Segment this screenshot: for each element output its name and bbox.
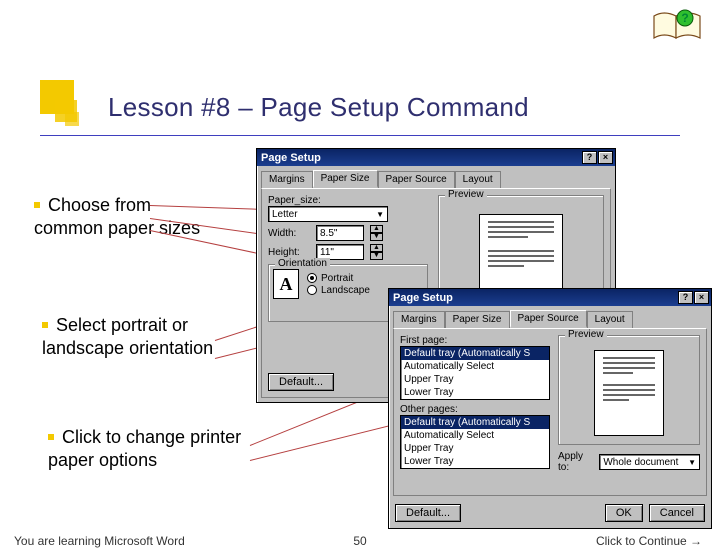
list-item[interactable]: Automatically Select	[401, 360, 549, 373]
width-input[interactable]	[316, 225, 364, 241]
list-item[interactable]: Automatically Select	[401, 429, 549, 442]
ok-button[interactable]: OK	[605, 504, 643, 522]
tab-layout[interactable]: Layout	[455, 171, 501, 189]
radio-portrait[interactable]: Portrait	[307, 273, 370, 284]
decor-square	[65, 112, 79, 126]
first-page-list[interactable]: Default tray (Automatically S Automatica…	[400, 346, 550, 400]
paper-size-combo[interactable]: Letter ▼	[268, 206, 388, 222]
first-page-label: First page:	[400, 335, 550, 346]
preview-page	[594, 350, 664, 436]
dialog-titlebar[interactable]: Page Setup ? ×	[389, 289, 711, 306]
dialog-title: Page Setup	[393, 292, 453, 304]
cancel-button[interactable]: Cancel	[649, 504, 705, 522]
footer-continue[interactable]: Click to Continue →	[596, 534, 702, 548]
tab-margins[interactable]: Margins	[393, 311, 445, 329]
tab-paper-source[interactable]: Paper Source	[378, 171, 455, 189]
height-label: Height:	[268, 247, 310, 258]
tab-row: Margins Paper Size Paper Source Layout	[257, 166, 615, 188]
radio-landscape[interactable]: Landscape	[307, 285, 370, 296]
other-pages-label: Other pages:	[400, 404, 550, 415]
tab-row: Margins Paper Size Paper Source Layout	[389, 306, 711, 328]
width-label: Width:	[268, 228, 310, 239]
list-item[interactable]: Upper Tray	[401, 442, 549, 455]
slide-title: Lesson #8 – Page Setup Command	[108, 92, 529, 123]
chevron-down-icon: ▼	[376, 210, 384, 219]
apply-to-combo[interactable]: Whole document ▼	[599, 454, 700, 470]
footer-left: You are learning Microsoft Word	[14, 534, 185, 548]
orientation-preview-icon: A	[273, 269, 299, 299]
default-button[interactable]: Default...	[395, 504, 461, 522]
list-item[interactable]: Default tray (Automatically S	[401, 416, 549, 429]
tab-layout[interactable]: Layout	[587, 311, 633, 329]
caption-paper-source: Click to change printer paper options	[48, 426, 268, 471]
tab-paper-source[interactable]: Paper Source	[510, 310, 587, 328]
height-spinner[interactable]: ▲▼	[370, 244, 383, 260]
close-button[interactable]: ×	[598, 151, 613, 164]
footer-page-number: 50	[353, 534, 366, 548]
tab-margins[interactable]: Margins	[261, 171, 313, 189]
list-item[interactable]: Upper Tray	[401, 373, 549, 386]
svg-text:?: ?	[681, 11, 688, 25]
caption-orientation: Select portrait or landscape orientation	[42, 314, 232, 359]
other-pages-list[interactable]: Default tray (Automatically S Automatica…	[400, 415, 550, 469]
help-button[interactable]: ?	[582, 151, 597, 164]
preview-label: Preview	[445, 189, 487, 200]
apply-to-label: Apply to:	[558, 451, 593, 473]
tab-paper-size[interactable]: Paper Size	[313, 170, 378, 188]
paper-size-label: Paper_size:	[268, 195, 428, 206]
list-item[interactable]: Lower Tray	[401, 455, 549, 468]
title-rule	[40, 135, 680, 136]
orientation-group-label: Orientation	[275, 258, 330, 269]
default-button[interactable]: Default...	[268, 373, 334, 391]
help-book-icon: ?	[652, 8, 702, 42]
tab-paper-size[interactable]: Paper Size	[445, 311, 510, 329]
close-button[interactable]: ×	[694, 291, 709, 304]
caption-paper-sizes: Choose from common paper sizes	[34, 194, 204, 239]
dialog-titlebar[interactable]: Page Setup ? ×	[257, 149, 615, 166]
dialog-title: Page Setup	[261, 152, 321, 164]
list-item[interactable]: Lower Tray	[401, 386, 549, 399]
help-button[interactable]: ?	[678, 291, 693, 304]
width-spinner[interactable]: ▲▼	[370, 225, 383, 241]
chevron-down-icon: ▼	[688, 458, 696, 467]
list-item[interactable]: Default tray (Automatically S	[401, 347, 549, 360]
preview-label: Preview	[565, 329, 607, 340]
page-setup-dialog-papersource: Page Setup ? × Margins Paper Size Paper …	[388, 288, 712, 529]
